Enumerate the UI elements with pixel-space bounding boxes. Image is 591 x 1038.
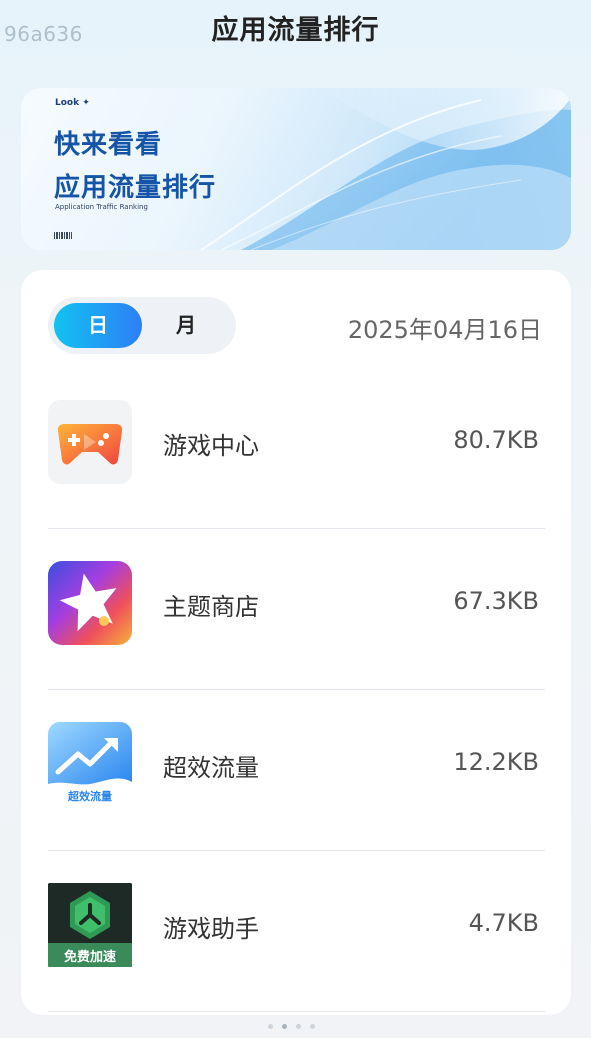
date-label[interactable]: 2025年04月16日	[348, 310, 542, 345]
game-assistant-icon-label: 免费加速	[63, 950, 116, 965]
page-dot	[310, 1024, 315, 1029]
super-traffic-icon: 超效流量	[48, 722, 132, 806]
banner-headline-2: 应用流量排行	[54, 173, 217, 203]
app-traffic-size: 80.7KB	[453, 426, 539, 454]
banner-headline-1: 快来看看	[54, 130, 163, 160]
banner[interactable]: Look ✦ 快来看看 应用流量排行 Application Traffic R…	[21, 88, 571, 250]
app-traffic-size: 4.7KB	[468, 909, 539, 937]
game-center-icon	[48, 400, 132, 484]
app-name: 游戏助手	[163, 915, 259, 943]
period-toggle: 日 月	[48, 297, 236, 354]
app-name: 超效流量	[163, 754, 259, 782]
toggle-month-button[interactable]: 月	[142, 303, 230, 348]
banner-subtitle: Application Traffic Ranking	[55, 203, 148, 211]
game-assistant-icon: 免费加速	[48, 883, 132, 967]
page-title: 应用流量排行	[211, 15, 380, 46]
page-dot	[268, 1024, 273, 1029]
page-dot-active	[282, 1024, 287, 1029]
super-traffic-icon-label: 超效流量	[68, 790, 112, 803]
ranking-card: 日 月 2025年04月16日 游戏中心 80.7KB 主题商店 67.3KB …	[21, 270, 571, 1015]
theme-store-icon	[48, 561, 132, 645]
app-traffic-size: 12.2KB	[453, 748, 539, 776]
list-item[interactable]: 主题商店 67.3KB	[48, 530, 545, 690]
list-item[interactable]: 游戏中心 80.7KB	[48, 369, 545, 529]
list-item[interactable]: 超效流量 超效流量 12.2KB	[48, 691, 545, 851]
app-traffic-size: 67.3KB	[453, 587, 539, 615]
page-indicator	[268, 1024, 315, 1029]
list-item[interactable]: 免费加速 游戏助手 4.7KB	[48, 852, 545, 1012]
banner-look-label: Look ✦	[55, 98, 90, 108]
toggle-day-button[interactable]: 日	[54, 303, 142, 348]
page-dot	[296, 1024, 301, 1029]
barcode-icon	[54, 232, 72, 239]
app-name: 主题商店	[163, 593, 259, 621]
app-name: 游戏中心	[163, 432, 259, 460]
